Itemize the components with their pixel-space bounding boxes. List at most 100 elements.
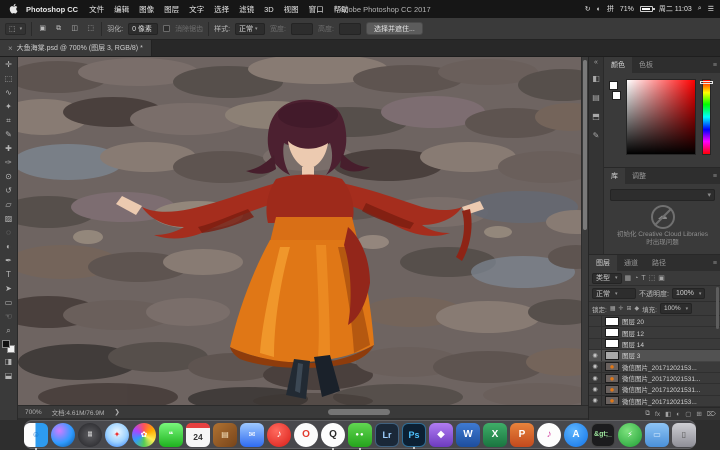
menu-type[interactable]: 文字 [184,4,209,15]
menu-file[interactable]: 文件 [84,4,109,15]
delete-layer-icon[interactable]: ⌦ [707,410,716,418]
dock-calendar-icon[interactable]: 24 [186,422,210,447]
notification-center-icon[interactable]: ☰ [708,5,714,13]
layer-row-selected[interactable]: ◉ 图层 3 [589,350,720,362]
canvas-area[interactable] [18,57,588,405]
layer-thumbnail[interactable] [605,339,619,349]
crop-tool[interactable]: ⌗ [0,114,17,128]
shape-tool[interactable]: ▭ [0,296,17,310]
tab-color[interactable]: 颜色 [604,57,632,73]
tab-adjustments[interactable]: 调整 [625,168,653,184]
layer-thumbnail[interactable] [605,362,619,372]
canvas-horizontal-scrollbar[interactable] [328,409,390,415]
dock-messages-icon[interactable]: ❝ [159,422,183,447]
battery-icon[interactable] [639,6,655,12]
visibility-toggle[interactable]: ◉ [589,350,602,361]
layer-thumbnail[interactable] [605,373,619,383]
menu-select[interactable]: 选择 [209,4,234,15]
lasso-tool[interactable]: ∿ [0,86,17,100]
filter-smart-objects-icon[interactable]: ▣ [658,274,665,282]
menu-layer[interactable]: 图层 [159,4,184,15]
visibility-toggle[interactable] [589,316,602,327]
visibility-toggle[interactable] [589,338,602,350]
lock-artboard-icon[interactable]: ⊞ [627,305,632,312]
dock-music-app-icon[interactable]: ♪ [267,422,291,447]
screen-mode-tool[interactable]: ⬓ [0,369,17,383]
selection-mode-new[interactable]: ▣ [37,23,48,34]
canvas-artwork[interactable] [18,57,581,405]
dock-qq-icon[interactable]: Q [321,422,345,450]
marquee-tool[interactable]: ⬚ [0,72,17,86]
panel-menu-icon[interactable]: ≡ [709,57,720,73]
tab-swatches[interactable]: 色板 [632,57,660,73]
dock-word-icon[interactable]: W [456,422,480,447]
lock-transparency-icon[interactable]: ▦ [610,305,616,312]
close-tab-icon[interactable]: × [8,44,13,53]
hue-slider[interactable] [702,79,711,155]
dock-launchpad-icon[interactable]: ⠿ [78,422,102,447]
menu-app-name[interactable]: Photoshop CC [20,5,84,14]
zoom-tool[interactable]: ⌕ [0,324,17,338]
dock-utility-icon[interactable]: ⚡ [618,422,642,447]
menu-filter[interactable]: 滤镜 [234,4,259,15]
layer-thumbnail[interactable] [605,316,619,326]
clone-stamp-tool[interactable]: ⊙ [0,170,17,184]
tab-channels[interactable]: 通道 [617,255,645,271]
dock-trash-icon[interactable]: ▯ [672,422,696,447]
dock-terminal-icon[interactable]: &gt;_ [591,422,615,447]
layer-filter-select[interactable]: 类型 ▾ [592,272,622,284]
layer-thumbnail[interactable] [605,396,619,406]
selection-mode-add[interactable]: ⧉ [53,23,64,34]
layer-row[interactable]: ◉ 微信图片_20171202153... [589,361,720,373]
collapsed-panel-icon[interactable]: ✎ [589,126,603,145]
dock-mail-icon[interactable]: ✉ [240,422,264,447]
lock-all-icon[interactable]: ◆ [635,305,640,312]
panel-menu-icon[interactable]: ≡ [709,255,720,271]
menu-window[interactable]: 窗口 [304,4,329,15]
menu-edit[interactable]: 编辑 [109,4,134,15]
layer-thumbnail[interactable] [605,384,619,394]
collapsed-panel-icon[interactable]: ◧ [589,69,603,88]
dock-photos-icon[interactable]: ✿ [132,422,156,447]
layer-mask-icon[interactable]: ◧ [665,410,671,418]
new-layer-icon[interactable]: ⊞ [696,410,701,418]
dock-safari-icon[interactable]: ✦ [105,422,129,447]
panel-menu-icon[interactable]: ≡ [709,168,720,184]
scrollbar-thumb[interactable] [583,60,587,230]
hue-slider-handle[interactable] [700,81,713,84]
link-layers-icon[interactable]: ⧉ [645,410,650,418]
blur-tool[interactable]: ◌ [0,226,17,240]
history-brush-tool[interactable]: ↺ [0,184,17,198]
visibility-toggle[interactable]: ◉ [589,372,602,384]
hand-tool[interactable]: ☜ [0,310,17,324]
menu-view[interactable]: 视图 [279,4,304,15]
input-source-icon[interactable]: 拼 [607,4,614,14]
blend-mode-select[interactable]: 正常 ▾ [592,288,636,299]
spotlight-icon[interactable]: ⌕ [698,5,702,13]
magic-wand-tool[interactable]: ✦ [0,100,17,114]
dodge-tool[interactable]: ◐ [0,240,17,254]
layer-row[interactable]: 图层 14 [589,338,720,351]
type-tool[interactable]: T [0,268,17,282]
selection-mode-subtract[interactable]: ◫ [69,23,80,34]
select-and-mask-button[interactable]: 选择并遮住... [365,22,423,35]
selection-mode-intersect[interactable]: ⬚ [85,23,96,34]
path-select-tool[interactable]: ➤ [0,282,17,296]
sync-icon[interactable]: ↻ [585,5,591,13]
visibility-toggle[interactable]: ◉ [589,361,602,372]
apple-menu-icon[interactable] [6,3,20,16]
canvas-vertical-scrollbar[interactable] [581,57,588,405]
adjustment-layer-icon[interactable]: ◐ [676,411,680,418]
dock-lightroom-icon[interactable]: Lr [375,422,399,447]
fill-select[interactable]: 100% ▾ [659,303,693,314]
gradient-tool[interactable]: ▨ [0,212,17,226]
filter-pixel-layers-icon[interactable]: ▦ [625,274,632,282]
layer-row[interactable]: ◉ 微信图片_201712021531... [589,372,720,385]
visibility-toggle[interactable]: ◉ [589,395,602,406]
foreground-color[interactable] [2,340,10,348]
color-fg-bg-swatches[interactable] [609,81,621,103]
healing-brush-tool[interactable]: ✚ [0,142,17,156]
opacity-select[interactable]: 100% ▾ [671,288,706,299]
style-select[interactable]: 正常 ▾ [235,22,266,35]
dock-siri-icon[interactable] [51,422,75,447]
